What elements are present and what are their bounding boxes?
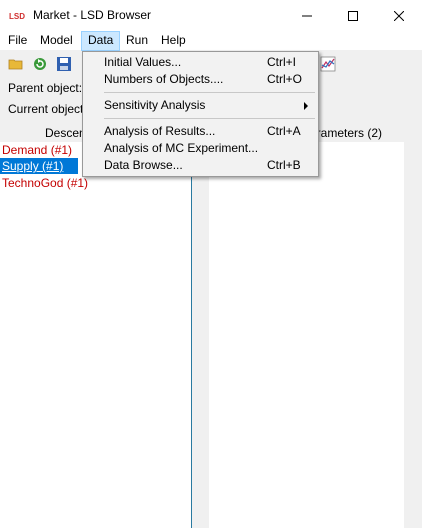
sensitivity-analysis-label: Sensitivity Analysis [104, 98, 206, 112]
menu-file[interactable]: File [2, 31, 33, 51]
save-icon[interactable] [56, 56, 72, 72]
menu-item-data-browse[interactable]: Data Browse... Ctrl+B [83, 157, 318, 174]
variables-list[interactable] [209, 142, 404, 528]
menu-separator [104, 92, 315, 93]
list-item-technogod[interactable]: TechnoGod (#1) [2, 175, 92, 191]
menu-model[interactable]: Model [34, 31, 79, 51]
lsd-app-icon: LSD [8, 10, 26, 21]
menu-item-numbers-of-objects[interactable]: Numbers of Objects.... Ctrl+O [83, 71, 318, 88]
minimize-button[interactable] [284, 0, 330, 31]
list-item-supply[interactable]: Supply (#1) [0, 158, 78, 174]
menu-help[interactable]: Help [155, 31, 192, 51]
analysis-of-results-label: Analysis of Results... [104, 124, 216, 138]
menu-separator [104, 118, 315, 119]
analysis-of-results-shortcut: Ctrl+A [267, 124, 301, 138]
data-browse-shortcut: Ctrl+B [267, 158, 301, 172]
minimize-icon [302, 15, 312, 16]
title-bar: LSD Market - LSD Browser [0, 0, 422, 31]
close-button[interactable] [376, 0, 422, 31]
reload-icon[interactable] [32, 56, 48, 72]
chart-icon[interactable] [320, 56, 336, 72]
menu-item-sensitivity-analysis[interactable]: Sensitivity Analysis [83, 97, 318, 114]
parameters-header: arameters (2) [310, 126, 383, 140]
descendants-header: Descen [45, 126, 86, 140]
close-icon [394, 10, 404, 21]
menu-data[interactable]: Data [81, 31, 121, 51]
maximize-button[interactable] [330, 0, 376, 31]
current-object-label: Current object [8, 102, 84, 116]
data-browse-label: Data Browse... [104, 158, 183, 172]
window-title: Market - LSD Browser [33, 8, 152, 22]
panel-gap [193, 142, 209, 528]
analysis-mc-label: Analysis of MC Experiment... [104, 141, 259, 155]
menu-item-analysis-of-results[interactable]: Analysis of Results... Ctrl+A [83, 123, 318, 140]
maximize-icon [348, 10, 358, 21]
open-folder-icon[interactable] [8, 56, 24, 72]
descendants-list[interactable]: Demand (#1) Supply (#1) TechnoGod (#1) [0, 142, 192, 528]
scrollbar[interactable] [404, 142, 422, 528]
numbers-of-objects-label: Numbers of Objects.... [104, 72, 224, 86]
parent-object-label: Parent object: [8, 81, 83, 95]
list-item-demand[interactable]: Demand (#1) [2, 142, 76, 158]
menu-item-initial-values[interactable]: Initial Values... Ctrl+I [83, 54, 318, 71]
data-menu-dropdown: Initial Values... Ctrl+I Numbers of Obje… [82, 51, 319, 177]
menu-run[interactable]: Run [120, 31, 154, 51]
menu-item-analysis-mc-experiment[interactable]: Analysis of MC Experiment... [83, 140, 318, 157]
initial-values-label: Initial Values... [104, 55, 182, 69]
numbers-of-objects-shortcut: Ctrl+O [267, 72, 303, 86]
svg-text:LSD: LSD [9, 12, 25, 21]
initial-values-shortcut: Ctrl+I [267, 55, 297, 69]
menu-bar: File Model Data Run Help [0, 31, 422, 51]
submenu-arrow-icon [304, 102, 308, 110]
